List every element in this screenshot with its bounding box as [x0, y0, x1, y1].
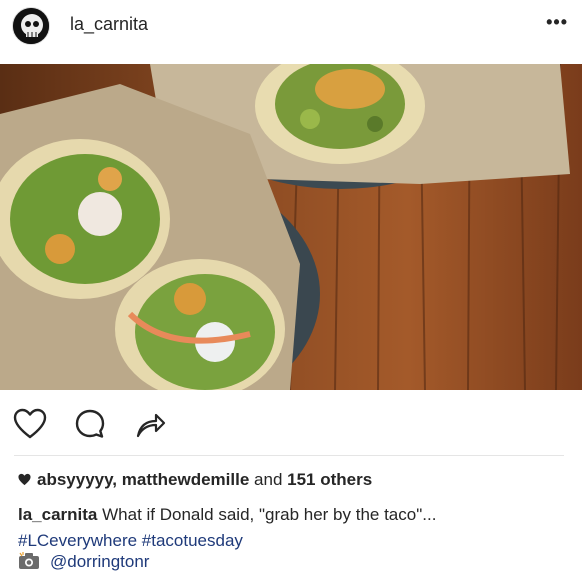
- caption-username[interactable]: la_carnita: [18, 505, 97, 524]
- likes-line: absyyyyy, matthewdemille and 151 others: [18, 470, 372, 490]
- comment-bubble-icon[interactable]: [72, 406, 108, 442]
- likes-users[interactable]: absyyyyy, matthewdemille: [37, 470, 249, 489]
- share-arrow-icon[interactable]: [132, 406, 168, 442]
- action-bar: [0, 400, 582, 450]
- post-header: la_carnita •••: [0, 0, 582, 52]
- tagged-user[interactable]: @dorringtonr: [50, 552, 149, 571]
- heart-outline-icon[interactable]: [12, 406, 48, 442]
- more-horizontal-icon[interactable]: •••: [546, 12, 568, 33]
- tacos-photo-image: [0, 64, 582, 390]
- post-username[interactable]: la_carnita: [70, 14, 148, 35]
- profile-avatar[interactable]: [12, 7, 50, 45]
- tagged-user-line: @dorringtonr: [18, 552, 149, 572]
- likes-others[interactable]: 151 others: [287, 470, 372, 489]
- caption: la_carnita What if Donald said, "grab he…: [18, 502, 568, 554]
- post-photo[interactable]: [0, 64, 582, 390]
- divider: [14, 455, 564, 456]
- caption-text: What if Donald said, "grab her by the ta…: [102, 505, 437, 524]
- likes-and: and: [254, 470, 283, 489]
- caption-hashtags[interactable]: #LCeverywhere #tacotuesday: [18, 531, 243, 550]
- camera-icon: [19, 552, 39, 569]
- heart-filled-icon: [18, 473, 31, 486]
- skull-logo-icon: [13, 8, 49, 44]
